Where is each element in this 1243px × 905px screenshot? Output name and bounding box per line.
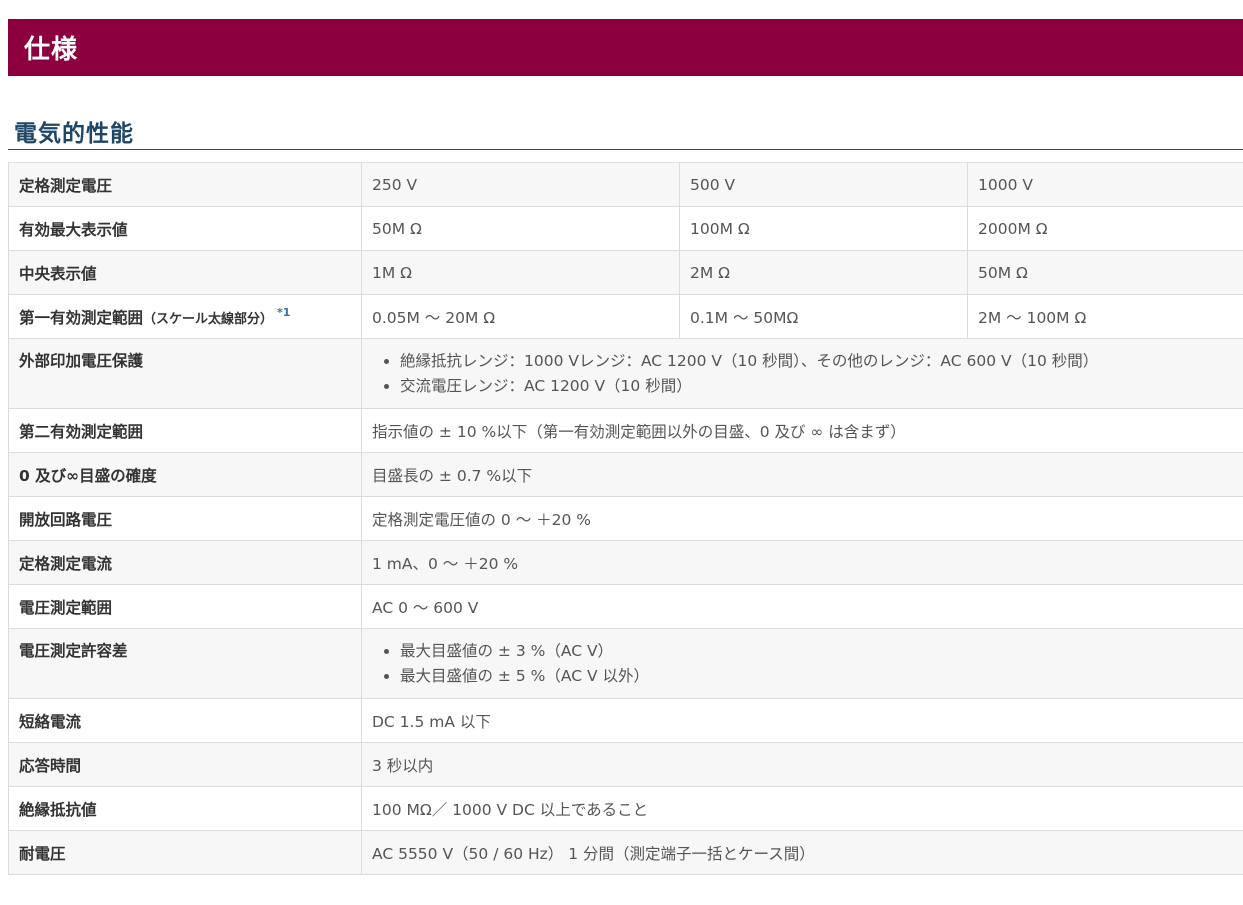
table-row: 短絡電流 DC 1.5 mA 以下 <box>8 698 1243 743</box>
list-item: 最大目盛値の ± 5 %（AC V 以外） <box>400 664 1233 689</box>
spec-table: 定格測定電圧 250 V 500 V 1000 V 有効最大表示値 50M Ω … <box>8 162 1243 875</box>
cell-value: 指示値の ± 10 %以下（第一有効測定範囲以外の目盛、0 及び ∞ は含まず） <box>361 408 1243 453</box>
row-label: 開放回路電圧 <box>8 496 362 541</box>
cell-value: 100M Ω <box>679 206 968 251</box>
cell-value: 0.05M ～ 20M Ω <box>361 294 680 339</box>
table-row: 耐電圧 AC 5550 V（50 / 60 Hz） 1 分間（測定端子一括とケー… <box>8 830 1243 875</box>
table-row: 応答時間 3 秒以内 <box>8 742 1243 787</box>
table-row: 外部印加電圧保護 絶縁抵抗レンジ：1000 Vレンジ：AC 1200 V（10 … <box>8 338 1243 409</box>
list-item: 交流電圧レンジ：AC 1200 V（10 秒間） <box>400 374 1233 399</box>
row-label-text: 第一有効測定範囲 <box>19 308 144 327</box>
row-label: 電圧測定許容差 <box>8 628 362 699</box>
table-row: 定格測定電流 1 mA、0 ～ ＋20 % <box>8 540 1243 585</box>
row-label: 短絡電流 <box>8 698 362 743</box>
cell-value: 0.1M ～ 50MΩ <box>679 294 968 339</box>
cell-value: 1M Ω <box>361 250 680 295</box>
table-row: 定格測定電圧 250 V 500 V 1000 V <box>8 162 1243 207</box>
section-divider <box>8 149 1243 150</box>
row-label: 絶縁抵抗値 <box>8 786 362 831</box>
row-label: 定格測定電圧 <box>8 162 362 207</box>
cell-value: 2M Ω <box>679 250 968 295</box>
table-row: 電圧測定範囲 AC 0 ～ 600 V <box>8 584 1243 629</box>
table-row: 絶縁抵抗値 100 MΩ／ 1000 V DC 以上であること <box>8 786 1243 831</box>
page-title: 仕様 <box>24 35 79 65</box>
page-header: 仕様 <box>8 19 1243 76</box>
cell-value: AC 0 ～ 600 V <box>361 584 1243 629</box>
cell-value: 定格測定電圧値の 0 ～ ＋20 % <box>361 496 1243 541</box>
table-row: 中央表示値 1M Ω 2M Ω 50M Ω <box>8 250 1243 295</box>
cell-value: 2M ～ 100M Ω <box>967 294 1243 339</box>
cell-value: 絶縁抵抗レンジ：1000 Vレンジ：AC 1200 V（10 秒間）、その他のレ… <box>361 338 1243 409</box>
row-label: 外部印加電圧保護 <box>8 338 362 409</box>
row-label: 中央表示値 <box>8 250 362 295</box>
list-item: 絶縁抵抗レンジ：1000 Vレンジ：AC 1200 V（10 秒間）、その他のレ… <box>400 349 1233 374</box>
table-row: 有効最大表示値 50M Ω 100M Ω 2000M Ω <box>8 206 1243 251</box>
table-row: 第二有効測定範囲 指示値の ± 10 %以下（第一有効測定範囲以外の目盛、0 及… <box>8 408 1243 453</box>
cell-value: 2000M Ω <box>967 206 1243 251</box>
bullet-list: 絶縁抵抗レンジ：1000 Vレンジ：AC 1200 V（10 秒間）、その他のレ… <box>372 349 1233 399</box>
footnote-link[interactable]: *1 <box>277 306 290 319</box>
list-item: 最大目盛値の ± 3 %（AC V） <box>400 639 1233 664</box>
table-row: 第一有効測定範囲（スケール太線部分） *1 0.05M ～ 20M Ω 0.1M … <box>8 294 1243 339</box>
row-label: 定格測定電流 <box>8 540 362 585</box>
cell-value: DC 1.5 mA 以下 <box>361 698 1243 743</box>
row-label: 0 及び∞目盛の確度 <box>8 452 362 497</box>
bullet-list: 最大目盛値の ± 3 %（AC V） 最大目盛値の ± 5 %（AC V 以外） <box>372 639 1233 689</box>
cell-value: 250 V <box>361 162 680 207</box>
table-row: 0 及び∞目盛の確度 目盛長の ± 0.7 %以下 <box>8 452 1243 497</box>
cell-value: 1000 V <box>967 162 1243 207</box>
row-label: 応答時間 <box>8 742 362 787</box>
cell-value: 50M Ω <box>361 206 680 251</box>
cell-value: 50M Ω <box>967 250 1243 295</box>
table-row: 電圧測定許容差 最大目盛値の ± 3 %（AC V） 最大目盛値の ± 5 %（… <box>8 628 1243 699</box>
row-label: 第二有効測定範囲 <box>8 408 362 453</box>
cell-value: 3 秒以内 <box>361 742 1243 787</box>
cell-value: 最大目盛値の ± 3 %（AC V） 最大目盛値の ± 5 %（AC V 以外） <box>361 628 1243 699</box>
cell-value: 500 V <box>679 162 968 207</box>
cell-value: AC 5550 V（50 / 60 Hz） 1 分間（測定端子一括とケース間） <box>361 830 1243 875</box>
row-label: 有効最大表示値 <box>8 206 362 251</box>
row-label: 第一有効測定範囲（スケール太線部分） *1 <box>8 294 362 339</box>
cell-value: 目盛長の ± 0.7 %以下 <box>361 452 1243 497</box>
cell-value: 1 mA、0 ～ ＋20 % <box>361 540 1243 585</box>
table-row: 開放回路電圧 定格測定電圧値の 0 ～ ＋20 % <box>8 496 1243 541</box>
row-label: 電圧測定範囲 <box>8 584 362 629</box>
row-label-note: （スケール太線部分） <box>143 311 274 327</box>
section-title: 電気的性能 <box>14 121 134 147</box>
row-label: 耐電圧 <box>8 830 362 875</box>
cell-value: 100 MΩ／ 1000 V DC 以上であること <box>361 786 1243 831</box>
